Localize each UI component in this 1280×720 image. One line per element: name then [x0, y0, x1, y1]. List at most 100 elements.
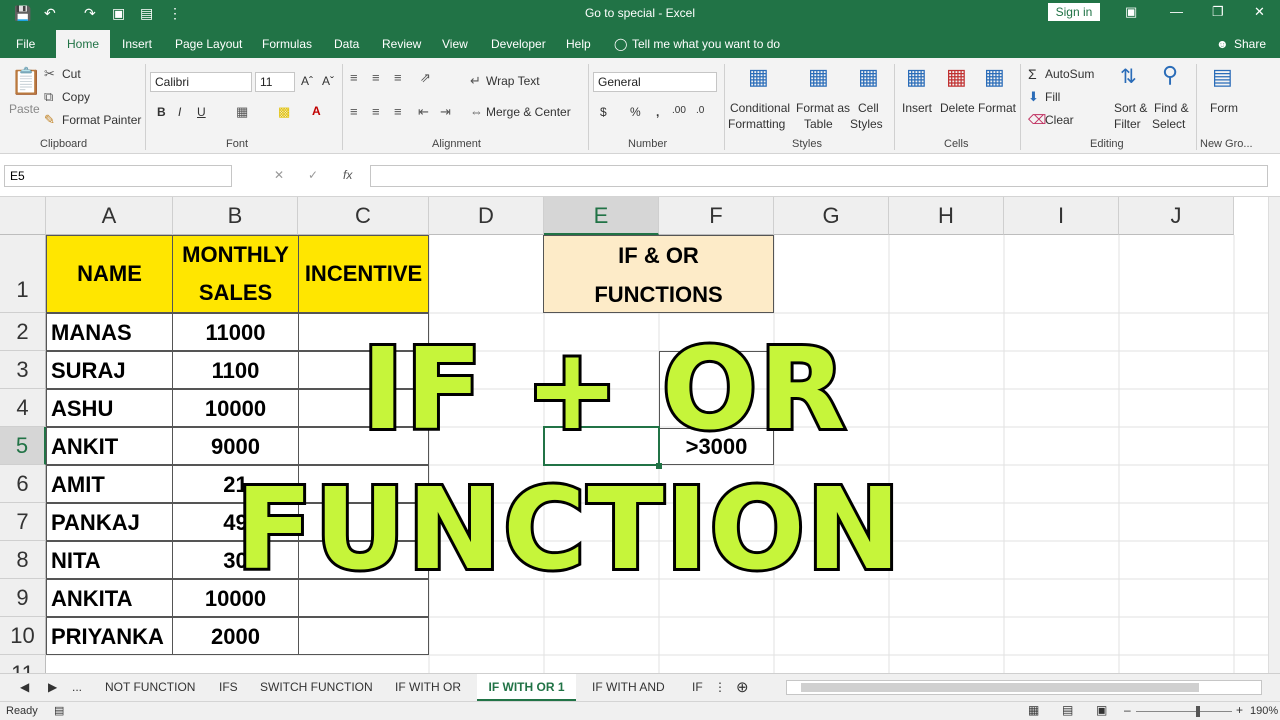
normal-view-icon[interactable]: ▦ [1028, 703, 1039, 717]
sheet-tab-ifs[interactable]: IFS [219, 680, 238, 694]
ribbon-display-icon[interactable]: ▣ [1125, 4, 1137, 20]
percent-icon[interactable]: % [630, 105, 641, 119]
more-sheets-button[interactable]: ... [72, 680, 82, 694]
align-left-icon[interactable]: ≡ [350, 104, 358, 119]
row-header-8[interactable]: 8 [0, 541, 46, 579]
orientation-icon[interactable]: ⇗ [420, 70, 431, 86]
find-select-line2[interactable]: Select [1152, 117, 1185, 131]
name-cell[interactable]: ANKIT [46, 427, 173, 465]
sales-cell[interactable]: 10000 [172, 389, 299, 427]
incentive-cell[interactable] [298, 617, 429, 655]
column-header-b[interactable]: B [173, 197, 298, 235]
cut-button[interactable]: Cut [62, 67, 81, 81]
row-header-1[interactable]: 1 [0, 235, 46, 313]
autosum-button[interactable]: AutoSum [1045, 67, 1094, 81]
tab-page-layout[interactable]: Page Layout [175, 37, 242, 51]
tab-developer[interactable]: Developer [491, 37, 546, 51]
format-as-table-line2[interactable]: Table [804, 117, 833, 131]
align-right-icon[interactable]: ≡ [394, 104, 402, 119]
sheet-tab-switch-function[interactable]: SWITCH FUNCTION [260, 680, 373, 694]
font-family-select[interactable]: Calibri [150, 72, 252, 92]
zoom-in-icon[interactable]: + [1236, 703, 1243, 717]
name-cell[interactable]: NITA [46, 541, 173, 579]
underline-icon[interactable]: U [197, 105, 206, 119]
zoom-slider[interactable] [1136, 711, 1232, 712]
shrink-font-icon[interactable]: Aˇ [322, 74, 334, 88]
vertical-scrollbar[interactable] [1268, 197, 1280, 673]
column-header-i[interactable]: I [1004, 197, 1119, 235]
tab-formulas[interactable]: Formulas [262, 37, 312, 51]
enter-icon[interactable]: ✓ [308, 168, 318, 182]
column-header-d[interactable]: D [429, 197, 544, 235]
sheet-tab-if-with-or[interactable]: IF WITH OR [395, 680, 461, 694]
italic-icon[interactable]: I [178, 105, 181, 119]
row-header-5[interactable]: 5 [0, 427, 46, 465]
column-header-j[interactable]: J [1119, 197, 1234, 235]
fill-color-icon[interactable]: ▩ [278, 104, 290, 120]
macro-record-icon[interactable]: ▤ [54, 704, 64, 717]
sort-filter-line1[interactable]: Sort & [1114, 101, 1147, 115]
column-header-c[interactable]: C [298, 197, 429, 235]
column-header-f[interactable]: F [659, 197, 774, 235]
name-cell[interactable]: PANKAJ [46, 503, 173, 541]
grow-font-icon[interactable]: Aˆ [301, 74, 313, 88]
tab-insert[interactable]: Insert [122, 37, 152, 51]
header-cell-incentive[interactable]: INCENTIVE [298, 235, 429, 313]
fill-button[interactable]: Fill [1045, 90, 1060, 104]
page-break-view-icon[interactable]: ▣ [1096, 703, 1107, 717]
name-cell[interactable]: MANAS [46, 313, 173, 351]
clear-button[interactable]: Clear [1045, 113, 1074, 127]
zoom-level[interactable]: 190% [1250, 705, 1278, 717]
tab-home[interactable]: Home [56, 30, 110, 58]
cell-styles-line2[interactable]: Styles [850, 117, 883, 131]
align-top-icon[interactable]: ≡ [350, 70, 358, 85]
row-header-2[interactable]: 2 [0, 313, 46, 351]
tell-me-input[interactable]: Tell me what you want to do [632, 37, 780, 51]
share-button[interactable]: Share [1234, 37, 1266, 51]
delete-cells-button[interactable]: Delete [940, 101, 975, 115]
tab-data[interactable]: Data [334, 37, 359, 51]
cell-styles-line1[interactable]: Cell [858, 101, 879, 115]
column-header-a[interactable]: A [46, 197, 173, 235]
name-box[interactable]: E5 [4, 165, 232, 187]
format-as-table-line1[interactable]: Format as [796, 101, 850, 115]
number-format-select[interactable]: General [593, 72, 717, 92]
name-cell[interactable]: AMIT [46, 465, 173, 503]
wrap-text-button[interactable]: Wrap Text [486, 74, 540, 88]
currency-icon[interactable]: $ [600, 105, 607, 119]
format-painter-button[interactable]: Format Painter [62, 113, 141, 127]
formula-input[interactable] [370, 165, 1268, 187]
align-middle-icon[interactable]: ≡ [372, 70, 380, 85]
sheet-tab-if[interactable]: IF [692, 680, 703, 694]
tab-review[interactable]: Review [382, 37, 421, 51]
sheet-tab-if-with-or-1[interactable]: IF WITH OR 1 [477, 674, 576, 701]
if-or-functions-title-cell[interactable]: IF & OR FUNCTIONS [543, 235, 774, 313]
name-cell[interactable]: ASHU [46, 389, 173, 427]
select-all-corner[interactable] [0, 197, 46, 235]
bold-icon[interactable]: B [157, 105, 166, 119]
align-bottom-icon[interactable]: ≡ [394, 70, 402, 85]
sales-cell[interactable]: 1100 [172, 351, 299, 389]
font-size-select[interactable]: 11 [255, 72, 295, 92]
sales-cell[interactable]: 2000 [172, 617, 299, 655]
cancel-icon[interactable]: ✕ [274, 168, 284, 182]
comma-icon[interactable]: , [656, 105, 659, 119]
row-header-6[interactable]: 6 [0, 465, 46, 503]
row-header-10[interactable]: 10 [0, 617, 46, 655]
name-cell[interactable]: PRIYANKA [46, 617, 173, 655]
page-layout-view-icon[interactable]: ▤ [1062, 703, 1073, 717]
decrease-indent-icon[interactable]: ⇤ [418, 104, 429, 120]
zoom-slider-thumb[interactable] [1196, 706, 1200, 717]
conditional-formatting-line2[interactable]: Formatting [728, 117, 785, 131]
column-header-g[interactable]: G [774, 197, 889, 235]
scroll-right-icon[interactable]: ▶ [48, 680, 57, 694]
tab-help[interactable]: Help [566, 37, 591, 51]
header-cell-name[interactable]: NAME [46, 235, 173, 313]
row-header-11[interactable]: 11 [0, 655, 46, 673]
sales-cell[interactable]: 9000 [172, 427, 299, 465]
horizontal-scrollbar[interactable] [786, 680, 1262, 695]
new-sheet-icon[interactable]: ⊕ [736, 678, 749, 696]
borders-icon[interactable]: ▦ [236, 104, 248, 120]
header-cell-monthly-sales[interactable]: MONTHLY SALES [172, 235, 299, 313]
scroll-left-icon[interactable]: ◀ [20, 680, 29, 694]
